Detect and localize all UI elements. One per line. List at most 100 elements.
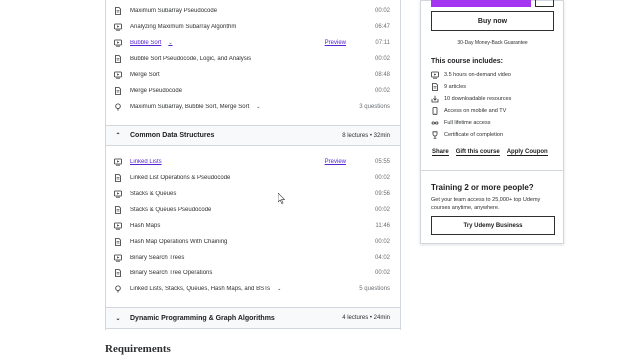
lecture-title[interactable]: Linked Lists	[130, 159, 325, 165]
lecture-row[interactable]: Stacks & Queues 09:56	[106, 186, 400, 202]
card-links: Share Gift this course Apply Coupon	[432, 149, 548, 156]
lecture-duration: 05:55	[374, 159, 390, 165]
lecture-title: Linked Lists, Stacks, Queues, Hash Maps,…	[130, 286, 350, 292]
chevron-down-icon: ⌄	[115, 315, 121, 322]
infinity-icon	[431, 119, 444, 127]
team-description: Get your team access to 25,000+ top Udem…	[431, 197, 541, 211]
lecture-title: Stacks & Queues	[130, 191, 360, 197]
preview-link[interactable]: Preview	[325, 40, 346, 46]
lecture-row[interactable]: Stacks & Queues Pseudocode 00:02	[106, 202, 400, 218]
file-icon	[106, 269, 130, 277]
section-header-dynamic-programming[interactable]: ⌄ Dynamic Programming & Graph Algorithms…	[106, 307, 400, 329]
gift-link[interactable]: Gift this course	[455, 149, 500, 156]
lecture-title: Merge Sort	[130, 72, 360, 78]
try-business-button[interactable]: Try Udemy Business	[431, 216, 555, 235]
lecture-title-text: Merge Sort	[130, 72, 160, 78]
lecture-title: Binary Search Trees	[130, 255, 360, 261]
lecture-title: Hash Map Operations With Chaining	[130, 239, 360, 245]
lecture-duration: 5 questions	[359, 286, 390, 292]
divider	[421, 170, 563, 171]
curriculum-panel: Maximum Subarray Pseudocode 00:02 Analyzin…	[105, 0, 401, 330]
include-text: Certificate of completion	[444, 132, 503, 138]
lecture-title-text: Hash Map Operations With Chaining	[130, 239, 228, 245]
lecture-duration: 07:11	[375, 40, 390, 46]
video-icon	[106, 158, 130, 166]
lecture-duration: 00:02	[374, 88, 390, 94]
lecture-title-text: Maximum Subarray Pseudocode	[130, 8, 218, 14]
lecture-title-text: Bubble Sort Pseudocode, Logic, and Analy…	[130, 56, 252, 62]
buy-now-button[interactable]: Buy now	[431, 11, 554, 31]
lecture-row[interactable]: Hash Maps 11:46	[106, 218, 400, 234]
team-title: Training 2 or more people?	[431, 183, 534, 192]
chevron-down-icon[interactable]: ⌄	[277, 286, 281, 292]
lecture-duration: 00:02	[374, 8, 390, 14]
lecture-title: Bubble Sort Pseudocode, Logic, and Analy…	[130, 56, 360, 62]
include-text: Full lifetime access	[444, 120, 491, 126]
lecture-row[interactable]: Linked List Operations & Pseudocode 00:02	[106, 170, 400, 186]
section-header-common-data-structures[interactable]: ⌃ Common Data Structures 8 lectures • 32…	[106, 125, 400, 146]
lecture-duration: 3 questions	[359, 104, 390, 110]
lecture-row[interactable]: Merge Pseudocode 00:02	[106, 83, 400, 99]
include-item: Certificate of completion	[431, 131, 559, 139]
lecture-title[interactable]: Bubble Sort ⌄	[130, 40, 325, 46]
lecture-duration: 11:46	[375, 223, 390, 229]
section-meta: 8 lectures • 32min	[342, 132, 390, 139]
file-icon	[106, 7, 130, 15]
file-icon	[431, 83, 444, 91]
lecture-title: Hash Maps	[130, 223, 360, 229]
video-icon	[106, 39, 130, 47]
section-title: Common Data Structures	[130, 132, 215, 139]
wishlist-button[interactable]	[535, 0, 554, 7]
include-item: 10 downloadable resources	[431, 95, 559, 103]
lecture-duration: 08:48	[374, 72, 390, 78]
mouse-cursor-icon	[278, 193, 286, 204]
lecture-row[interactable]: Binary Search Trees 04:02	[106, 250, 400, 266]
requirements-heading: Requirements	[105, 343, 171, 355]
lecture-title: Maximum Subarray, Bubble Sort, Merge Sor…	[130, 104, 350, 110]
lecture-title-text: Binary Search Trees	[130, 255, 185, 261]
lecture-title-text: Linked Lists, Stacks, Queues, Hash Maps,…	[130, 286, 271, 292]
video-icon	[106, 71, 130, 79]
lecture-title: Merge Pseudocode	[130, 88, 360, 94]
coupon-link[interactable]: Apply Coupon	[506, 149, 548, 156]
include-text: 10 downloadable resources	[444, 96, 512, 102]
lecture-duration: 04:02	[374, 255, 390, 261]
chevron-down-icon[interactable]: ⌄	[168, 40, 172, 46]
lecture-title: Binary Search Tree Operations	[130, 270, 360, 276]
include-item: Full lifetime access	[431, 119, 559, 127]
trophy-icon	[431, 131, 444, 139]
lecture-row[interactable]: Hash Map Operations With Chaining 00:02	[106, 234, 400, 250]
file-icon	[106, 174, 130, 182]
chevron-down-icon[interactable]: ⌄	[256, 104, 260, 110]
lecture-row[interactable]: Merge Sort 08:48	[106, 67, 400, 83]
file-icon	[106, 238, 130, 246]
lecture-row[interactable]: Binary Search Tree Operations 00:02	[106, 265, 400, 281]
lecture-title: Analyzing Maximum Subarray Algorithm	[130, 24, 360, 30]
preview-link[interactable]: Preview	[325, 159, 346, 165]
add-to-cart-button[interactable]	[431, 0, 531, 7]
lecture-row[interactable]: Linked Lists Preview 05:55	[106, 154, 400, 170]
lecture-row[interactable]: Maximum Subarray, Bubble Sort, Merge Sor…	[106, 99, 400, 115]
include-text: 3.5 hours on-demand video	[444, 72, 511, 78]
lecture-row[interactable]: Bubble Sort Pseudocode, Logic, and Analy…	[106, 51, 400, 67]
lecture-row[interactable]: Maximum Subarray Pseudocode 00:02	[106, 3, 400, 19]
lecture-title-text: Analyzing Maximum Subarray Algorithm	[130, 24, 237, 30]
lecture-row[interactable]: Bubble Sort ⌄ Preview 07:11	[106, 35, 400, 51]
lecture-title-text: Merge Pseudocode	[130, 88, 183, 94]
quiz-icon	[106, 103, 130, 111]
lecture-title-text: Stacks & Queues	[130, 191, 177, 197]
lecture-title-text: Maximum Subarray, Bubble Sort, Merge Sor…	[130, 104, 250, 110]
lecture-title-text: Hash Maps	[130, 223, 161, 229]
lecture-duration: 09:56	[374, 191, 390, 197]
lecture-row[interactable]: Analyzing Maximum Subarray Algorithm 06:4…	[106, 19, 400, 35]
share-link[interactable]: Share	[432, 149, 449, 156]
lecture-row[interactable]: Linked Lists, Stacks, Queues, Hash Maps,…	[106, 281, 400, 297]
section-meta: 4 lectures • 24min	[342, 315, 390, 321]
video-icon	[106, 23, 130, 31]
file-icon	[106, 87, 130, 95]
lecture-title-text: Linked Lists	[130, 159, 162, 165]
chevron-up-icon: ⌃	[115, 133, 121, 139]
video-icon	[106, 222, 130, 230]
lecture-title-text: Bubble Sort	[130, 40, 162, 46]
lecture-title-text: Linked List Operations & Pseudocode	[130, 175, 231, 181]
